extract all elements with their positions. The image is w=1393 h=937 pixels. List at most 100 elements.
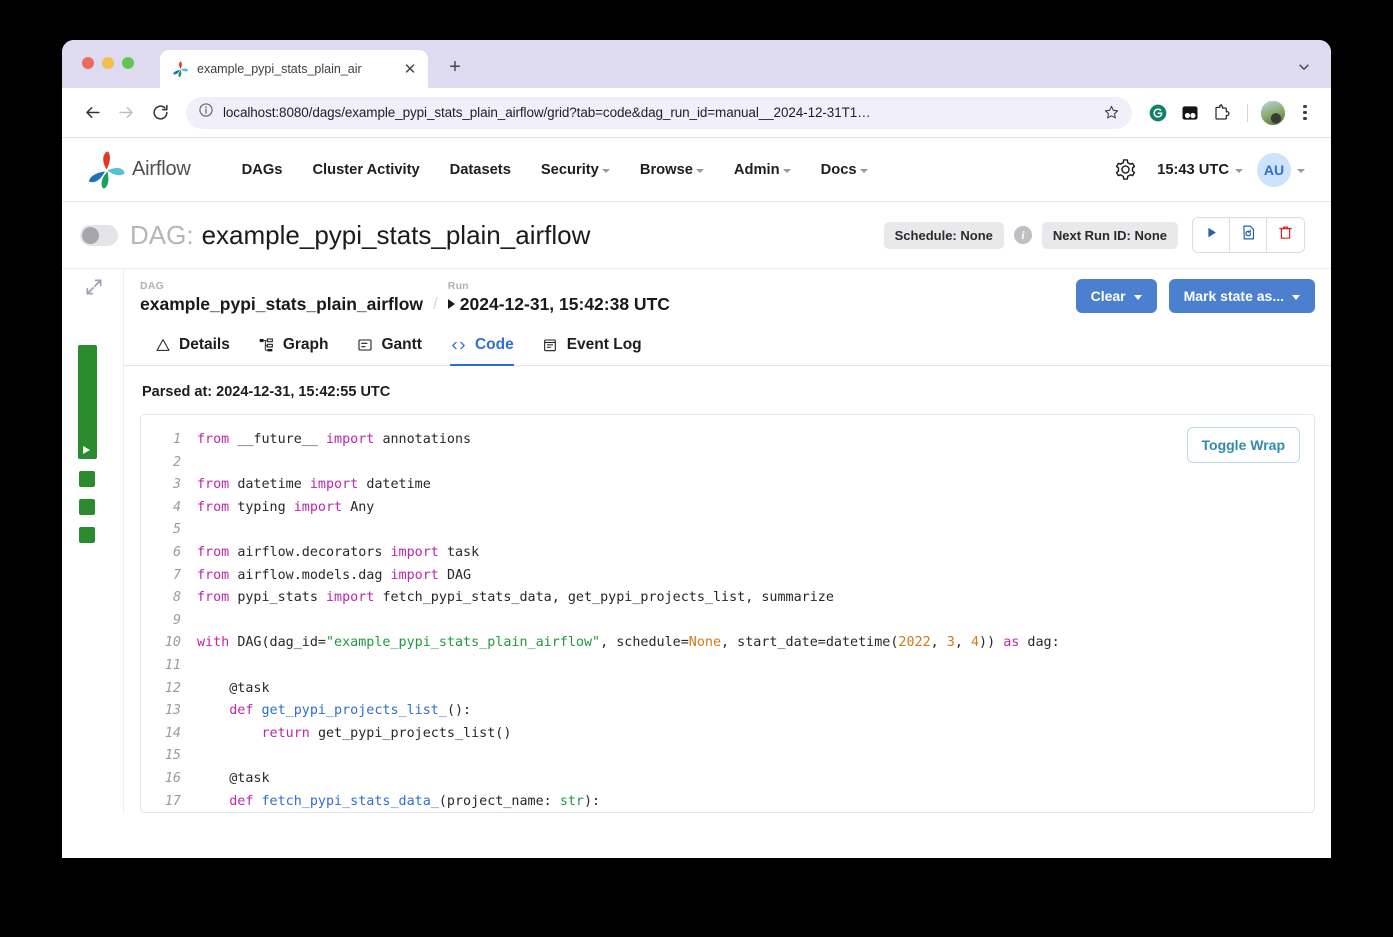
clear-dag-button[interactable] [1230,218,1267,252]
delete-dag-button[interactable] [1267,218,1304,252]
window-traffic-lights [82,57,134,69]
page-viewport: Airflow DAGs Cluster Activity Datasets S… [62,138,1331,857]
code-line-content: with DAG(dag_id="example_pypi_stats_plai… [197,632,1060,655]
code-line-content: def fetch_pypi_stats_data_(project_name:… [197,791,600,813]
dag-action-buttons [1192,217,1305,253]
next-run-id-badge: Next Run ID: None [1042,222,1178,249]
code-line-number: 7 [141,565,197,588]
code-line: 12 @task [141,678,1314,701]
nav-link-docs[interactable]: Docs [806,162,883,178]
code-line: 5 [141,519,1314,542]
chevron-down-icon [696,169,704,173]
close-icon[interactable]: ✕ [400,59,420,79]
tab-details[interactable]: Details [140,327,244,365]
breadcrumb-run-label: Run [448,279,670,293]
minimize-window-button[interactable] [102,57,114,69]
chevron-down-icon [1297,169,1305,173]
airflow-home-link[interactable]: Airflow [86,150,191,190]
breadcrumb-run-value-wrap: 2024-12-31, 15:42:38 UTC [448,293,670,315]
nav-link-browse[interactable]: Browse [625,162,719,178]
detail-tabs: Details Graph [124,327,1331,366]
code-line: 2 [141,452,1314,475]
grid-task-instance[interactable] [79,527,95,543]
dag-content-area: DAG example_pypi_stats_plain_airflow / R… [62,268,1331,813]
code-line-number: 13 [141,700,197,723]
browser-menu-button[interactable] [1293,101,1317,125]
browser-tab[interactable]: example_pypi_stats_plain_air ✕ [160,50,428,88]
airflow-brand-label: Airflow [132,158,191,181]
back-button[interactable] [76,97,108,129]
browser-tab-strip: example_pypi_stats_plain_air ✕ + [62,40,1331,88]
tab-list-chevron-down-icon[interactable] [1291,54,1317,80]
nav-link-dags[interactable]: DAGs [227,162,298,178]
code-line-content: from pypi_stats import fetch_pypi_stats_… [197,587,834,610]
nav-link-admin[interactable]: Admin [719,162,806,178]
nav-link-cluster-activity[interactable]: Cluster Activity [297,162,434,178]
breadcrumb-dag[interactable]: DAG example_pypi_stats_plain_airflow [140,279,423,315]
expand-icon[interactable] [84,277,104,297]
toolbar-extensions [1142,101,1317,125]
browser-window: example_pypi_stats_plain_air ✕ + [62,40,1331,858]
info-icon[interactable]: i [1014,226,1032,244]
code-line: 15 [141,745,1314,768]
breadcrumb: DAG example_pypi_stats_plain_airflow / R… [124,269,1331,327]
gear-icon[interactable] [1107,152,1143,188]
clear-button[interactable]: Clear [1076,279,1157,313]
airflow-favicon [172,61,189,78]
grid-task-instance[interactable] [79,471,95,487]
navbar-links: DAGs Cluster Activity Datasets Security … [227,162,883,178]
chevron-down-icon [1134,295,1142,300]
tab-graph[interactable]: Graph [244,327,343,365]
graph-nodes-icon [258,337,275,354]
nav-link-security[interactable]: Security [526,162,625,178]
code-scroll-area[interactable]: 1from __future__ import annotations23fro… [141,415,1314,812]
breadcrumb-separator: / [433,294,438,315]
user-menu[interactable]: AU [1257,153,1305,187]
chevron-down-icon [1292,295,1300,300]
dag-title-name: example_pypi_stats_plain_airflow [202,220,591,251]
warning-triangle-icon [154,337,171,354]
play-icon [1204,225,1219,245]
toolbar-divider [1247,104,1248,122]
page-title: DAG: example_pypi_stats_plain_airflow [130,220,590,251]
code-line-content: from __future__ import annotations [197,429,471,452]
grid-dag-run-bar[interactable] [78,345,97,459]
code-line-number: 3 [141,474,197,497]
grid-task-instance[interactable] [79,499,95,515]
forward-button[interactable] [110,97,142,129]
code-line-number: 11 [141,655,197,678]
schedule-badge: Schedule: None [884,222,1004,249]
breadcrumb-run[interactable]: Run 2024-12-31, 15:42:38 UTC [448,279,670,315]
code-panel: Toggle Wrap 1from __future__ import anno… [140,414,1315,813]
site-info-icon[interactable] [198,102,214,123]
url-bar[interactable]: localhost:8080/dags/example_pypi_stats_p… [186,97,1132,129]
reload-button[interactable] [144,97,176,129]
new-tab-button[interactable]: + [442,54,468,80]
tab-label: Code [475,336,514,354]
code-line-number: 8 [141,587,197,610]
nav-link-datasets[interactable]: Datasets [435,162,526,178]
utc-clock[interactable]: 15:43 UTC [1157,162,1257,178]
dark-extension-icon[interactable] [1178,101,1202,125]
profile-avatar[interactable] [1261,101,1285,125]
code-line-number: 4 [141,497,197,520]
trigger-dag-button[interactable] [1193,218,1230,252]
puzzle-extensions-icon[interactable] [1210,101,1234,125]
dag-header: DAG: example_pypi_stats_plain_airflow Sc… [62,202,1331,268]
toggle-wrap-button[interactable]: Toggle Wrap [1187,427,1300,463]
maximize-window-button[interactable] [122,57,134,69]
tab-label: Details [179,336,230,354]
code-line-number: 14 [141,723,197,746]
tab-gantt[interactable]: Gantt [343,327,436,365]
dag-pause-toggle[interactable] [80,225,118,246]
grammarly-icon[interactable] [1146,101,1170,125]
code-line-content: @task [197,768,270,791]
close-window-button[interactable] [82,57,94,69]
details-panel: DAG example_pypi_stats_plain_airflow / R… [124,269,1331,813]
mark-state-button[interactable]: Mark state as... [1169,279,1315,313]
code-line-content: from datetime import datetime [197,474,431,497]
tab-code[interactable]: Code [436,327,528,365]
code-line: 11 [141,655,1314,678]
bookmark-star-icon[interactable] [1102,104,1120,121]
tab-event-log[interactable]: Event Log [528,327,656,365]
